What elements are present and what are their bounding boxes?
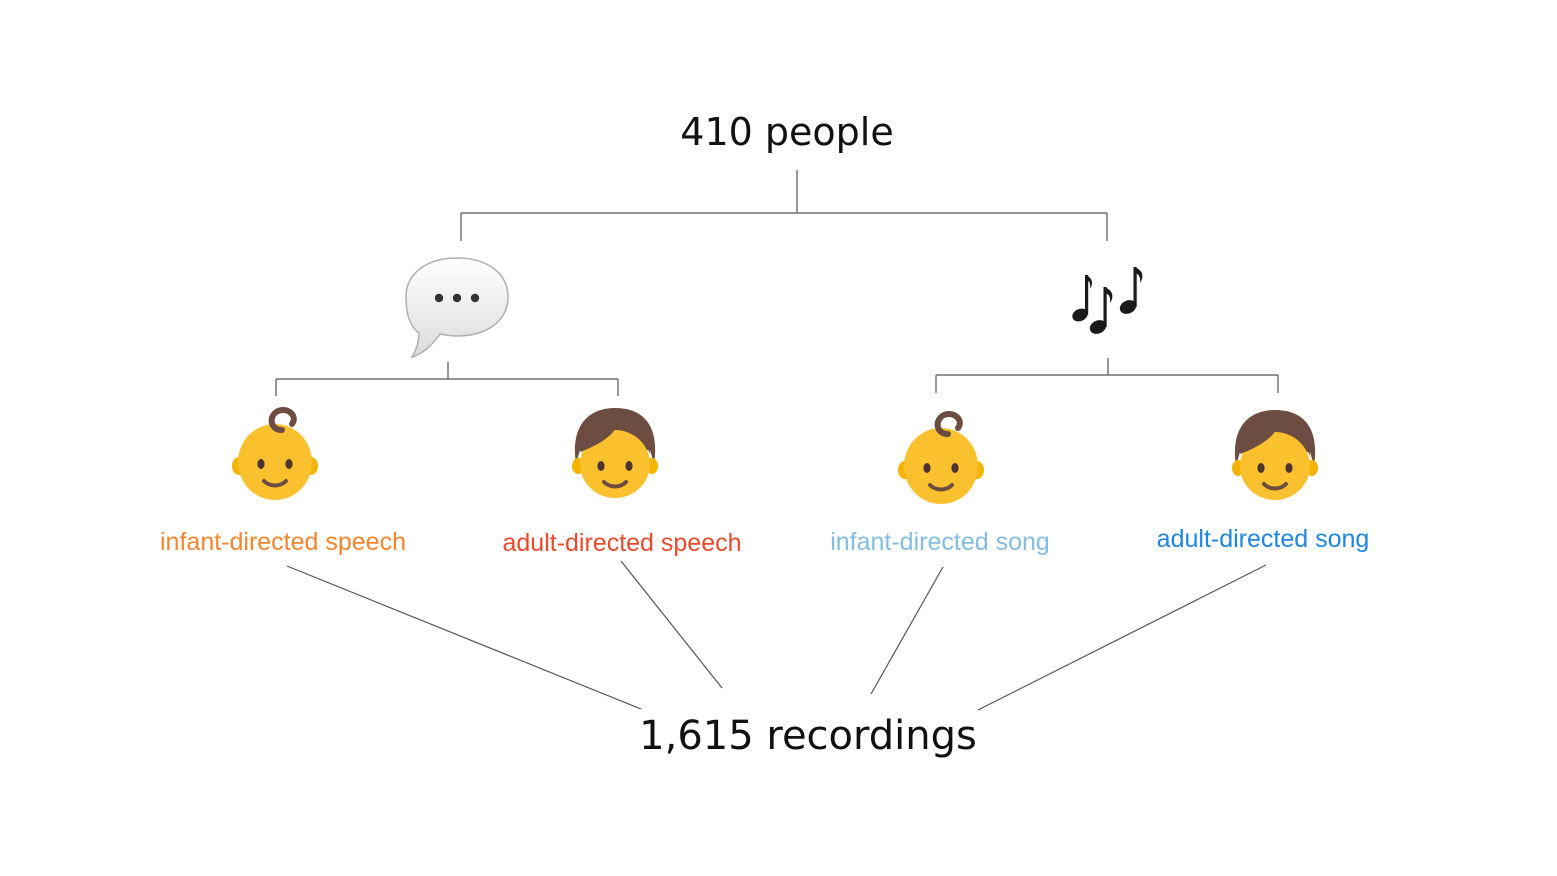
speech-bubble-icon	[405, 257, 509, 359]
label-adult-directed-speech: adult-directed speech	[502, 529, 742, 557]
recordings-count: 1,615 recordings	[639, 713, 977, 759]
child-icon	[572, 408, 658, 498]
musical-notes-icon	[1072, 267, 1143, 334]
baby-icon	[232, 407, 318, 500]
label-infant-directed-speech: infant-directed speech	[160, 528, 406, 556]
diagram-canvas: 410 people infant-directed speech adult-…	[0, 0, 1557, 876]
child-icon	[1232, 410, 1318, 500]
participants-count: 410 people	[680, 110, 894, 154]
baby-icon	[898, 411, 984, 504]
label-adult-directed-song: adult-directed song	[1156, 525, 1370, 553]
label-infant-directed-song: infant-directed song	[830, 528, 1050, 556]
